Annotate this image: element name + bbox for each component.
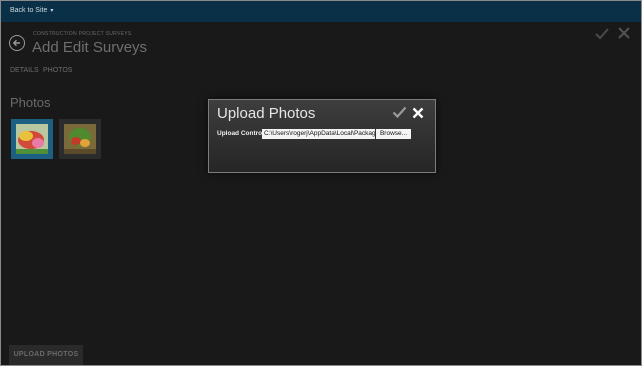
- back-to-site-link[interactable]: Back to Site ▾: [10, 7, 53, 14]
- dialog-title: Upload Photos: [217, 105, 316, 122]
- top-bar: Back to Site ▾: [1, 1, 641, 22]
- save-button[interactable]: [595, 27, 609, 45]
- checkmark-icon: [595, 28, 609, 40]
- tab-details[interactable]: DETAILS: [10, 67, 39, 74]
- upload-photos-button[interactable]: UPLOAD PHOTOS: [9, 345, 83, 365]
- back-to-site-label: Back to Site: [10, 7, 48, 14]
- close-icon: [618, 27, 630, 39]
- photo-thumbnail[interactable]: [11, 119, 53, 159]
- dialog-close-button[interactable]: [412, 106, 424, 124]
- close-icon: [412, 107, 424, 119]
- upload-control-label: Upload Control: [217, 130, 264, 137]
- back-arrow-button[interactable]: [9, 35, 25, 51]
- chevron-down-icon: ▾: [50, 8, 54, 14]
- app-window: Back to Site ▾ CONSTRUCTION PROJECT SURVE…: [0, 0, 642, 366]
- back-arrow-icon: [12, 39, 20, 47]
- tab-photos[interactable]: PHOTOS: [43, 67, 72, 74]
- upload-photos-dialog: Upload Photos Upload Control C:\Users\ro…: [208, 99, 436, 173]
- file-path-input[interactable]: C:\Users\rogerj\AppData\Local\Package: [262, 129, 375, 139]
- photo-thumbnail-icon: [16, 124, 48, 154]
- photo-thumbnail[interactable]: [59, 119, 101, 159]
- photo-thumbnail-icon: [64, 124, 96, 154]
- page-subtitle: CONSTRUCTION PROJECT SURVEYS: [33, 31, 132, 37]
- cancel-button[interactable]: [618, 26, 630, 44]
- browse-button[interactable]: Browse...: [376, 129, 411, 139]
- page-title: Add Edit Surveys: [32, 39, 148, 56]
- photos-section-title: Photos: [10, 95, 51, 110]
- checkmark-icon: [392, 106, 407, 119]
- dialog-confirm-button[interactable]: [392, 106, 407, 124]
